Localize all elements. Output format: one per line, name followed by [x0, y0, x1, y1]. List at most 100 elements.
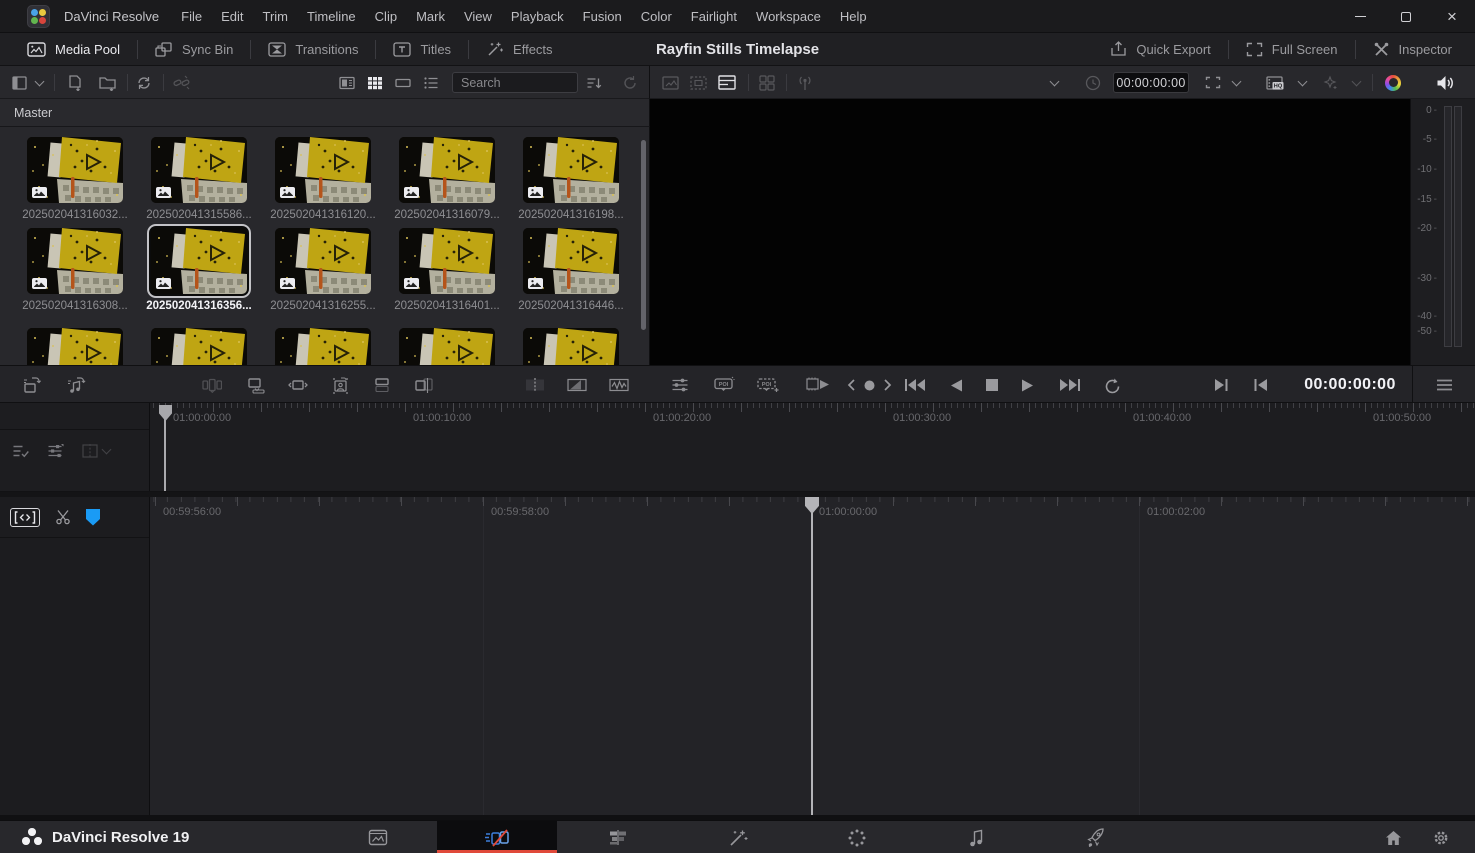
media-page-tab[interactable] — [318, 821, 438, 853]
color-page-tab[interactable] — [797, 821, 917, 853]
menu-playback[interactable]: Playback — [511, 9, 564, 24]
checklist-icon[interactable] — [12, 443, 30, 459]
media-clip[interactable] — [261, 328, 385, 365]
media-clip[interactable]: 202502041315586... — [137, 137, 261, 221]
quality-hq-icon[interactable]: HQ — [1262, 66, 1288, 99]
project-home-button[interactable] — [1378, 821, 1408, 853]
clip-thumbnail[interactable] — [399, 328, 495, 365]
edit-page-tab[interactable] — [558, 821, 678, 853]
timeline-playhead[interactable] — [811, 497, 813, 815]
unlink-icon[interactable] — [168, 66, 194, 99]
levels-icon[interactable] — [47, 443, 65, 459]
clip-thumbnail[interactable] — [399, 137, 495, 203]
trim-tool-icon[interactable] — [10, 508, 40, 527]
source-clip-icon[interactable] — [658, 66, 682, 99]
maximize-button[interactable] — [1383, 0, 1429, 33]
clip-thumbnail[interactable] — [151, 228, 247, 294]
media-clip[interactable]: 202502041316198... — [509, 137, 633, 221]
clip-thumbnail[interactable] — [523, 328, 619, 365]
clip-thumbnail[interactable] — [27, 228, 123, 294]
inspector-button[interactable]: Inspector — [1356, 33, 1469, 65]
media-clip[interactable]: 202502041316255... — [261, 228, 385, 312]
sort-icon[interactable] — [582, 66, 606, 99]
bin-chevron-down-icon[interactable] — [32, 66, 46, 99]
media-clip[interactable] — [385, 328, 509, 365]
media-clip[interactable]: 202502041316120... — [261, 137, 385, 221]
fusion-page-tab[interactable] — [678, 821, 798, 853]
bin-pane-icon[interactable] — [8, 66, 30, 99]
media-clip[interactable]: 202502041316032... — [13, 137, 137, 221]
full-screen-button[interactable]: Full Screen — [1229, 33, 1355, 65]
menu-fusion[interactable]: Fusion — [583, 9, 622, 24]
place-on-top-icon[interactable] — [368, 366, 396, 404]
enhance-icon[interactable] — [1318, 66, 1342, 99]
clip-thumbnail[interactable] — [275, 228, 371, 294]
transitions-button[interactable]: Transitions — [251, 33, 375, 65]
timeline-detail[interactable]: 00:59:56:0000:59:58:0001:00:00:0001:00:0… — [0, 497, 1475, 815]
thumbnail-view-icon[interactable] — [364, 66, 386, 99]
audio-speaker-icon[interactable] — [1432, 66, 1458, 99]
clip-dropdown-chevron-icon[interactable] — [1046, 66, 1062, 99]
quick-export-button[interactable]: Quick Export — [1093, 33, 1227, 65]
effects-button[interactable]: Effects — [469, 33, 570, 65]
sync-bin-button[interactable]: Sync Bin — [138, 33, 250, 65]
menu-burger-icon[interactable] — [1430, 366, 1458, 404]
menu-edit[interactable]: Edit — [221, 9, 243, 24]
media-clip[interactable] — [137, 328, 261, 365]
media-clip[interactable]: 202502041316308... — [13, 228, 137, 312]
clip-thumbnail[interactable] — [27, 328, 123, 365]
previous-edit-icon[interactable] — [1248, 366, 1274, 404]
app-name-menu[interactable]: DaVinci Resolve — [64, 9, 159, 24]
clip-thumbnail[interactable] — [151, 328, 247, 365]
add-folder-icon[interactable] — [94, 66, 120, 99]
menu-workspace[interactable]: Workspace — [756, 9, 821, 24]
append-icon[interactable] — [242, 366, 270, 404]
play-reverse-icon[interactable] — [944, 366, 968, 404]
viewer-canvas[interactable] — [650, 99, 1410, 365]
sync-icon[interactable] — [132, 66, 156, 99]
deliver-page-tab[interactable] — [1036, 821, 1156, 853]
next-edit-icon[interactable] — [1208, 366, 1234, 404]
quality-chevron-icon[interactable] — [1294, 66, 1310, 99]
stop-icon[interactable] — [980, 366, 1004, 404]
project-settings-button[interactable] — [1426, 821, 1456, 853]
poi-icon[interactable]: POI — [708, 366, 740, 404]
search-input[interactable] — [452, 72, 578, 93]
media-clip[interactable]: 202502041316401... — [385, 228, 509, 312]
duration-clock-icon[interactable] — [1082, 66, 1104, 99]
mixer-icon[interactable] — [666, 366, 694, 404]
menu-help[interactable]: Help — [840, 9, 867, 24]
clip-thumbnail[interactable] — [399, 228, 495, 294]
fairlight-page-tab[interactable] — [917, 821, 1037, 853]
menu-file[interactable]: File — [181, 9, 202, 24]
media-pool-scrollbar[interactable] — [641, 140, 646, 330]
media-clip[interactable] — [13, 328, 137, 365]
timeline-timecode[interactable]: 00:00:00:00 — [1300, 366, 1400, 404]
enhance-chevron-icon[interactable] — [1348, 66, 1364, 99]
waveform-view-icon[interactable] — [604, 366, 634, 404]
source-overwrite-icon[interactable] — [326, 366, 354, 404]
stream-icon[interactable] — [792, 66, 818, 99]
snap-shield-icon[interactable] — [86, 509, 100, 526]
transition-view-icon[interactable] — [562, 366, 592, 404]
menu-timeline[interactable]: Timeline — [307, 9, 356, 24]
bin-name[interactable]: Master — [14, 106, 52, 120]
add-poi-icon[interactable]: POI — [752, 366, 784, 404]
timeline-overview[interactable]: 01:00:00:0001:00:10:0001:00:20:0001:00:3… — [0, 403, 1475, 492]
media-pool-button[interactable]: Media Pool — [10, 33, 137, 65]
media-clip[interactable]: 202502041316356... — [137, 228, 261, 312]
frame-scale-icon[interactable] — [1202, 66, 1224, 99]
split-scissors-icon[interactable] — [55, 509, 71, 525]
multicam-icon[interactable] — [754, 66, 780, 99]
list-view-icon[interactable] — [420, 66, 442, 99]
insert-clip-icon[interactable] — [18, 366, 46, 404]
timeline-view-icon[interactable] — [714, 66, 740, 99]
menu-fairlight[interactable]: Fairlight — [691, 9, 737, 24]
razor-view-icon[interactable] — [520, 366, 550, 404]
add-file-icon[interactable] — [62, 66, 88, 99]
media-clip[interactable]: 202502041316079... — [385, 137, 509, 221]
card-view-icon[interactable] — [336, 66, 358, 99]
source-tape-icon[interactable] — [686, 66, 710, 99]
step-back-icon[interactable] — [843, 366, 859, 404]
clip-thumbnail[interactable] — [27, 137, 123, 203]
